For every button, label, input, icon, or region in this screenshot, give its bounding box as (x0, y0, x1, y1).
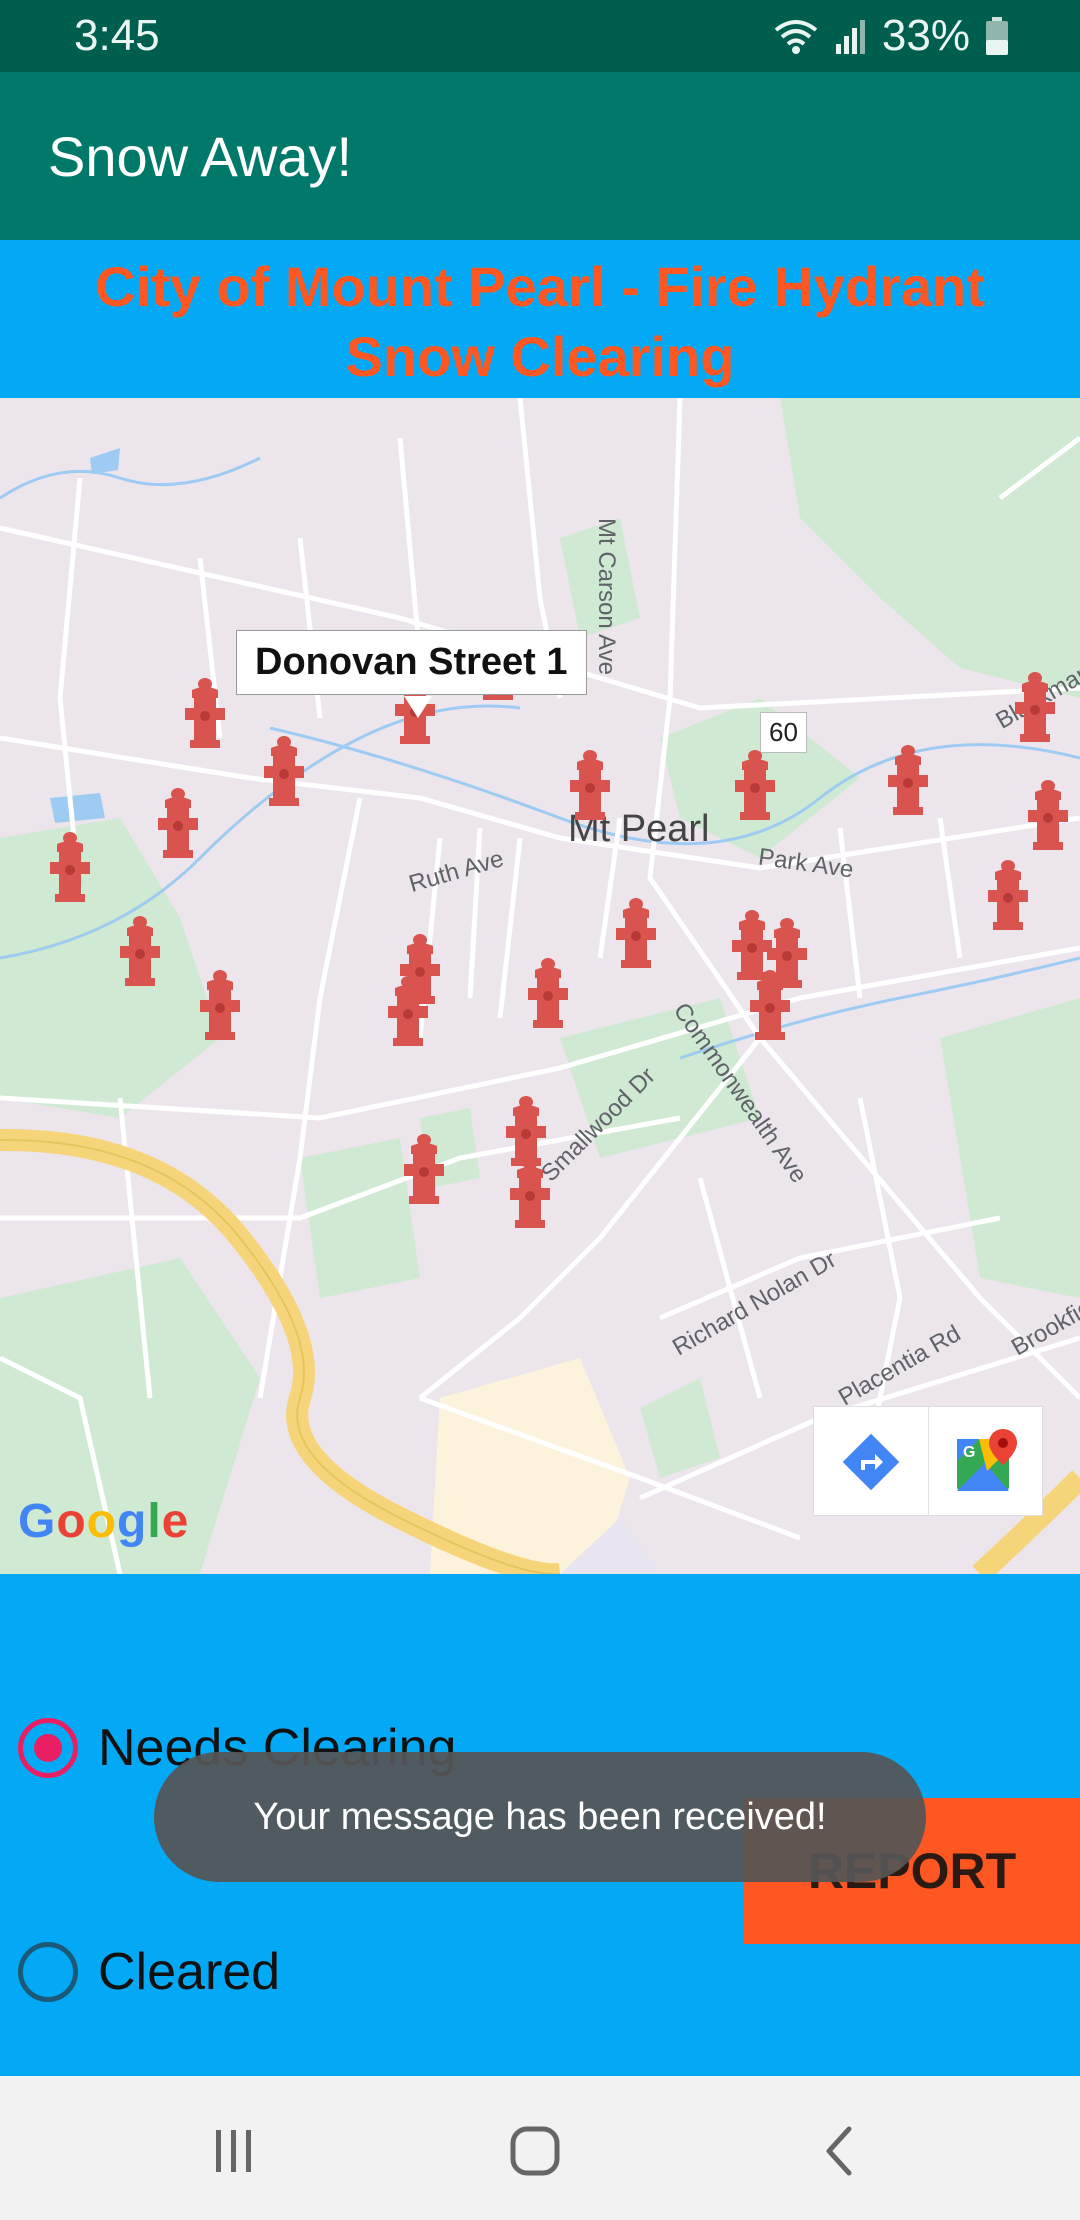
radio-cleared[interactable]: Cleared (18, 1942, 280, 2002)
map-label-mt-carson: Mt Carson Ave (593, 518, 620, 675)
fire-hydrant-icon (120, 916, 160, 986)
fire-hydrant-icon (616, 898, 656, 968)
fire-hydrant-icon (1028, 780, 1068, 850)
wifi-icon (774, 20, 818, 54)
google-logo: Google (18, 1495, 190, 1548)
route-shield: 60 (760, 712, 807, 753)
toast-message: Your message has been received! (154, 1752, 926, 1882)
fire-hydrant-icon (888, 745, 928, 815)
fire-hydrant-marker[interactable] (565, 748, 615, 822)
fire-hydrant-marker[interactable] (153, 786, 203, 860)
fire-hydrant-marker[interactable] (45, 830, 95, 904)
fire-hydrant-icon (200, 970, 240, 1040)
fire-hydrant-icon (735, 750, 775, 820)
google-maps-icon: G (956, 1429, 1017, 1491)
fire-hydrant-marker[interactable] (399, 1132, 449, 1206)
status-time: 3:45 (74, 11, 160, 60)
fire-hydrant-icon (388, 976, 428, 1046)
fire-hydrant-marker[interactable] (259, 734, 309, 808)
fire-hydrant-icon (404, 1134, 444, 1204)
status-bar: 3:45 33% (0, 0, 1080, 72)
fire-hydrant-marker[interactable] (730, 748, 780, 822)
fire-hydrant-icon (510, 1158, 550, 1228)
fire-hydrant-marker[interactable] (745, 968, 795, 1042)
fire-hydrant-icon (528, 958, 568, 1028)
app-title: Snow Away! (48, 125, 353, 188)
fire-hydrant-icon (264, 736, 304, 806)
fire-hydrant-icon (570, 750, 610, 820)
app-bar: Snow Away! (0, 72, 1080, 240)
status-icons: 33% (772, 10, 1010, 62)
home-button[interactable] (495, 2116, 575, 2186)
fire-hydrant-icon (50, 832, 90, 902)
fire-hydrant-icon (750, 970, 790, 1040)
fire-hydrant-marker[interactable] (611, 896, 661, 970)
cleared-label: Cleared (98, 1943, 281, 2001)
recents-button[interactable] (194, 2116, 274, 2186)
fire-hydrant-marker[interactable] (383, 974, 433, 1048)
fire-hydrant-marker[interactable] (195, 968, 245, 1042)
fire-hydrant-marker[interactable] (505, 1156, 555, 1230)
info-window-pointer (404, 696, 432, 718)
header-title-line1: City of Mount Pearl - Fire Hydrant (95, 255, 985, 318)
home-icon (510, 2126, 560, 2176)
signal-icon (835, 20, 865, 54)
fire-hydrant-marker[interactable] (115, 914, 165, 988)
header-band: City of Mount Pearl - Fire Hydrant Snow … (0, 240, 1080, 398)
fire-hydrant-marker[interactable] (180, 676, 230, 750)
map-toolbar: G (813, 1406, 1043, 1517)
directions-icon (842, 1433, 900, 1491)
radio-button-cleared[interactable] (18, 1942, 78, 2002)
fire-hydrant-marker[interactable] (883, 743, 933, 817)
fire-hydrant-icon (158, 788, 198, 858)
back-icon (826, 2126, 852, 2176)
fire-hydrant-marker[interactable] (1010, 670, 1060, 744)
map-view[interactable]: Mt Carson Ave Blackmarsh 60 Mt Pearl Par… (0, 398, 1080, 1574)
fire-hydrant-icon (185, 678, 225, 748)
directions-button[interactable] (814, 1407, 928, 1517)
battery-percent: 33% (881, 11, 970, 60)
fire-hydrant-marker[interactable] (523, 956, 573, 1030)
open-in-maps-button[interactable]: G (928, 1407, 1042, 1517)
header-title-line2: Snow Clearing (345, 325, 735, 388)
marker-info-window[interactable]: Donovan Street 1 (236, 630, 587, 695)
fire-hydrant-marker[interactable] (1023, 778, 1073, 852)
fire-hydrant-marker[interactable] (983, 858, 1033, 932)
fire-hydrant-icon (1015, 672, 1055, 742)
svg-text:G: G (963, 1444, 975, 1461)
recents-icon (216, 2130, 251, 2172)
navigation-bar (0, 2076, 1080, 2220)
fire-hydrant-icon (988, 860, 1028, 930)
back-button[interactable] (800, 2116, 880, 2186)
radio-button-needs-clearing[interactable] (18, 1718, 78, 1778)
battery-icon (986, 17, 1008, 55)
